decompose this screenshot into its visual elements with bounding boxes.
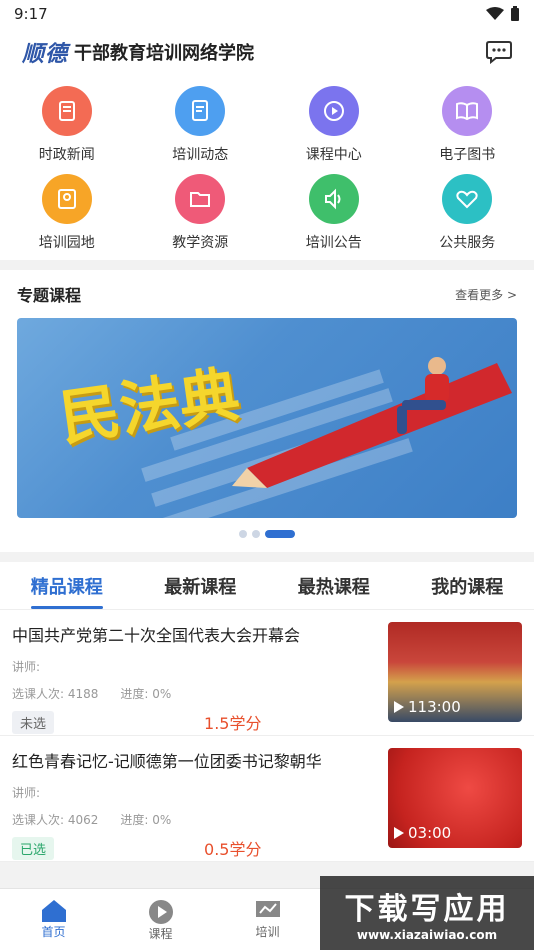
app-header: 顺德 干部教育培训网络学院 — [0, 28, 534, 76]
view-more-link[interactable]: 查看更多 > — [455, 286, 517, 303]
course-enrolled: 选课人次: 4062 — [12, 813, 99, 827]
grid-item[interactable]: 培训动态 — [134, 86, 268, 164]
play-icon — [394, 701, 404, 713]
grid-item-label: 时政新闻 — [38, 147, 95, 163]
course-status-badge: 未选 — [12, 710, 55, 734]
course-enrolled: 选课人次: 4188 — [12, 687, 99, 701]
featured-banner[interactable]: 民法典 — [17, 318, 517, 518]
course-title: 红色青春记忆-记顺德第一位团委书记黎朝华 — [12, 752, 322, 771]
play-icon — [394, 827, 404, 839]
tab-new-courses[interactable]: 最新课程 — [164, 563, 236, 609]
course-lecturer: 讲师: — [12, 786, 41, 800]
carousel-dot[interactable] — [252, 530, 260, 538]
grid-item-label: 培训公告 — [305, 235, 362, 251]
grid-item[interactable]: 时政新闻 — [0, 86, 134, 164]
play-icon — [148, 900, 173, 924]
tab-hot-courses[interactable]: 最热课程 — [298, 563, 370, 609]
document-icon — [175, 86, 226, 136]
grid-item-label: 培训园地 — [38, 235, 95, 251]
training-icon — [255, 901, 280, 917]
course-duration: 03:00 — [394, 824, 451, 842]
garden-icon — [41, 174, 92, 224]
watermark-url: www.xiazaiwiao.com — [356, 928, 498, 942]
feature-grid: 时政新闻 培训动态 课程中心 电子图书培训园地 教学资源 培训公告 公共服务 — [0, 76, 534, 260]
carousel-dots — [17, 530, 517, 538]
wifi-icon — [486, 7, 504, 20]
tabbar-label: 课程 — [148, 927, 173, 941]
battery-icon — [511, 6, 519, 21]
course-credit: 0.5学分 — [204, 840, 262, 859]
grid-item-label: 公共服务 — [439, 235, 496, 251]
grid-item[interactable]: 培训园地 — [0, 174, 134, 252]
duration-text: 03:00 — [408, 824, 452, 842]
course-thumbnail[interactable]: 03:00 — [388, 748, 522, 848]
course-item[interactable]: 红色青春记忆-记顺德第一位团委书记黎朝华 讲师: 选课人次: 4062 进度: … — [0, 736, 534, 862]
tabbar-label: 培训 — [255, 925, 280, 939]
watermark-title: 下载写应用 — [344, 892, 510, 927]
grid-item-label: 培训动态 — [172, 147, 229, 163]
course-item[interactable]: 中国共产党第二十次全国代表大会开幕会 讲师: 选课人次: 4188 进度: 0%… — [0, 610, 534, 736]
course-title: 中国共产党第二十次全国代表大会开幕会 — [12, 626, 301, 645]
grid-item-label: 课程中心 — [305, 147, 362, 163]
app-title: 干部教育培训网络学院 — [74, 43, 255, 64]
grid-item[interactable]: 公共服务 — [401, 174, 534, 252]
status-icons — [486, 6, 520, 22]
course-thumbnail[interactable]: 113:00 — [388, 622, 522, 722]
watermark: 下载写应用 www.xiazaiwiao.com — [320, 876, 534, 950]
course-status-badge: 已选 — [12, 836, 55, 860]
grid-item[interactable]: 教学资源 — [134, 174, 268, 252]
folder-icon — [175, 174, 226, 224]
tab-featured-courses[interactable]: 精品课程 — [30, 563, 103, 609]
tabbar-training[interactable]: 培训 — [214, 889, 321, 950]
grid-item[interactable]: 培训公告 — [267, 174, 401, 252]
course-duration: 113:00 — [394, 698, 461, 716]
book-icon — [442, 86, 493, 136]
play-circle-icon — [308, 86, 359, 136]
app-logo: 顺德 — [22, 41, 69, 67]
grid-item-label: 教学资源 — [172, 235, 229, 251]
status-time: 9:17 — [14, 5, 48, 23]
course-lecturer: 讲师: — [12, 660, 41, 674]
tabbar-courses[interactable]: 课程 — [107, 889, 214, 950]
tabbar-label: 首页 — [41, 925, 66, 939]
tabbar-home[interactable]: 首页 — [0, 889, 107, 950]
course-progress: 进度: 0% — [120, 813, 172, 827]
news-icon — [41, 86, 92, 136]
grid-item[interactable]: 课程中心 — [267, 86, 401, 164]
course-tabs: 精品课程 最新课程 最热课程 我的课程 — [0, 562, 534, 610]
grid-item-label: 电子图书 — [439, 147, 496, 163]
status-bar: 9:17 — [0, 0, 534, 28]
speaker-icon — [308, 174, 359, 224]
featured-title: 专题课程 — [17, 286, 82, 305]
course-credit: 1.5学分 — [204, 714, 262, 733]
duration-text: 113:00 — [408, 698, 461, 716]
home-icon — [41, 900, 66, 922]
featured-section: 专题课程 查看更多 > 民法典 — [0, 270, 534, 552]
message-icon[interactable] — [486, 40, 512, 64]
tab-my-courses[interactable]: 我的课程 — [431, 563, 503, 609]
handshake-icon — [442, 174, 493, 224]
course-progress: 进度: 0% — [120, 687, 172, 701]
grid-item[interactable]: 电子图书 — [401, 86, 534, 164]
carousel-dot[interactable] — [239, 530, 247, 538]
carousel-dot-active[interactable] — [265, 530, 295, 538]
